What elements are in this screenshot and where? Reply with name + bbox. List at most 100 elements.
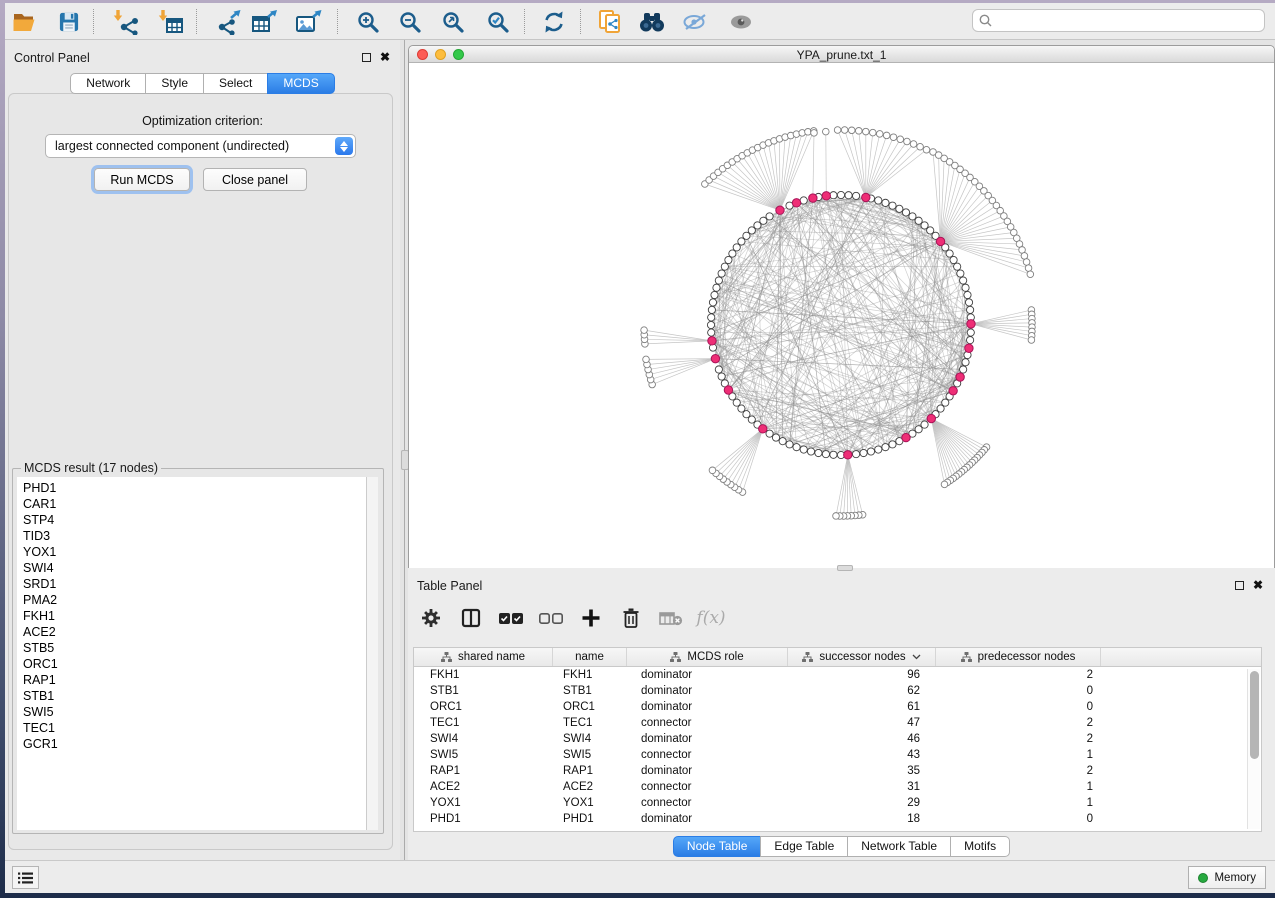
mcds-result-node[interactable]: PMA2 (23, 592, 366, 608)
table-cell: ACE2 (553, 779, 627, 795)
zoom-fit-icon[interactable] (438, 8, 468, 35)
mcds-result-node[interactable]: YOX1 (23, 544, 366, 560)
export-network-icon[interactable] (214, 8, 244, 35)
mcds-result-node[interactable]: RAP1 (23, 672, 366, 688)
table-cell: 0 (936, 811, 1101, 827)
tab-network-table[interactable]: Network Table (847, 836, 951, 857)
tab-mcds[interactable]: MCDS (267, 73, 334, 94)
network-window-title: YPA_prune.txt_1 (409, 48, 1274, 62)
table-row[interactable]: PHD1PHD1dominator180 (414, 811, 1261, 827)
table-cell: 47 (788, 715, 936, 731)
result-list-scrollbar[interactable] (366, 477, 378, 830)
search-binoculars-icon[interactable] (637, 8, 667, 35)
dropdown-stepper-icon (335, 137, 353, 155)
table-cell: FKH1 (553, 667, 627, 683)
table-panel-title: Table Panel (417, 579, 482, 593)
tab-select[interactable]: Select (203, 73, 268, 94)
mcds-result-node[interactable]: PHD1 (23, 480, 366, 496)
table-row[interactable]: FKH1FKH1dominator962 (414, 667, 1261, 683)
table-scrollbar-thumb[interactable] (1250, 671, 1259, 759)
export-table-icon[interactable] (250, 8, 280, 35)
import-network-icon[interactable] (110, 8, 140, 35)
table-cell: 62 (788, 683, 936, 699)
column-header-successor-nodes[interactable]: successor nodes (788, 648, 936, 666)
export-image-icon[interactable] (294, 8, 324, 35)
mcds-result-node[interactable]: FKH1 (23, 608, 366, 624)
mcds-result-node[interactable]: STB5 (23, 640, 366, 656)
table-row[interactable]: TEC1TEC1connector472 (414, 715, 1261, 731)
table-scrollbar[interactable] (1247, 669, 1260, 829)
column-header-shared-name[interactable]: shared name (414, 648, 553, 666)
table-cell: STB1 (414, 683, 553, 699)
close-mcds-panel-button[interactable]: Close panel (203, 168, 307, 191)
table-cell: connector (627, 795, 788, 811)
control-panel: Control Panel ✖ NetworkStyleSelectMCDS O… (5, 40, 400, 863)
mcds-result-node[interactable]: STB1 (23, 688, 366, 704)
mcds-result-node[interactable]: ORC1 (23, 656, 366, 672)
table-row[interactable]: RAP1RAP1dominator352 (414, 763, 1261, 779)
mcds-result-node[interactable]: GCR1 (23, 736, 366, 752)
tab-node-table[interactable]: Node Table (673, 836, 762, 857)
table-row[interactable]: ACE2ACE2connector311 (414, 779, 1261, 795)
toolbar-separator (524, 9, 525, 34)
mcds-result-node[interactable]: SWI5 (23, 704, 366, 720)
close-table-panel-icon[interactable]: ✖ (1253, 578, 1263, 592)
panel-menu-button[interactable] (12, 866, 39, 889)
table-row[interactable]: SWI4SWI4dominator462 (414, 731, 1261, 747)
mcds-result-node[interactable]: STP4 (23, 512, 366, 528)
save-session-icon[interactable] (54, 8, 84, 35)
refresh-view-icon[interactable] (539, 8, 569, 35)
show-graphics-details-icon[interactable] (726, 8, 756, 35)
zoom-selected-icon[interactable] (483, 8, 513, 35)
table-row[interactable]: SWI5SWI5connector431 (414, 747, 1261, 763)
table-row[interactable]: ORC1ORC1dominator610 (414, 699, 1261, 715)
tab-motifs[interactable]: Motifs (950, 836, 1010, 857)
hide-graphics-details-icon[interactable] (681, 8, 711, 35)
tab-style[interactable]: Style (145, 73, 204, 94)
mcds-result-node[interactable]: SWI4 (23, 560, 366, 576)
table-cell: ACE2 (414, 779, 553, 795)
horizontal-splitter-grip[interactable] (837, 565, 853, 571)
zoom-in-icon[interactable] (353, 8, 383, 35)
clone-network-icon[interactable] (595, 8, 625, 35)
table-row[interactable]: YOX1YOX1connector291 (414, 795, 1261, 811)
table-settings-icon[interactable] (418, 608, 444, 628)
column-header-MCDS-role[interactable]: MCDS role (627, 648, 788, 666)
column-header-predecessor-nodes[interactable]: predecessor nodes (936, 648, 1101, 666)
mcds-result-list[interactable]: PHD1CAR1STP4TID3YOX1SWI4SRD1PMA2FKH1ACE2… (17, 477, 366, 830)
import-table-icon[interactable] (155, 8, 185, 35)
table-cell: 1 (936, 747, 1101, 763)
memory-button[interactable]: Memory (1188, 866, 1266, 889)
toolbar-separator (580, 9, 581, 34)
mcds-result-node[interactable]: ACE2 (23, 624, 366, 640)
select-all-rows-icon[interactable] (498, 612, 524, 625)
criterion-dropdown[interactable]: largest connected component (undirected) (45, 134, 356, 158)
show-columns-icon[interactable] (458, 608, 484, 628)
network-canvas[interactable] (409, 64, 1274, 568)
column-header-name[interactable]: name (553, 648, 627, 666)
search-input[interactable] (996, 14, 1258, 28)
tab-edge-table[interactable]: Edge Table (760, 836, 848, 857)
run-mcds-button[interactable]: Run MCDS (94, 168, 190, 191)
close-panel-icon[interactable]: ✖ (380, 50, 390, 64)
float-table-panel-icon[interactable] (1235, 581, 1244, 590)
open-session-icon[interactable] (10, 8, 40, 35)
float-panel-icon[interactable] (362, 53, 371, 62)
mcds-result-node[interactable]: SRD1 (23, 576, 366, 592)
mcds-result-node[interactable]: TEC1 (23, 720, 366, 736)
control-panel-tabs: NetworkStyleSelectMCDS (5, 73, 400, 94)
mcds-result-node[interactable]: TID3 (23, 528, 366, 544)
table-cell: PHD1 (414, 811, 553, 827)
mcds-result-node[interactable]: CAR1 (23, 496, 366, 512)
add-column-icon[interactable] (578, 608, 604, 628)
toolbar-separator (196, 9, 197, 34)
zoom-out-icon[interactable] (395, 8, 425, 35)
table-row[interactable]: STB1STB1dominator620 (414, 683, 1261, 699)
tab-network[interactable]: Network (70, 73, 146, 94)
delete-column-icon[interactable] (618, 607, 644, 629)
delete-table-icon[interactable] (658, 610, 684, 626)
sort-chevron-icon[interactable] (912, 654, 921, 660)
function-builder-icon[interactable]: f(x) (698, 608, 724, 628)
mcds-result-title: MCDS result (17 nodes) (21, 461, 161, 475)
deselect-all-rows-icon[interactable] (538, 612, 564, 625)
